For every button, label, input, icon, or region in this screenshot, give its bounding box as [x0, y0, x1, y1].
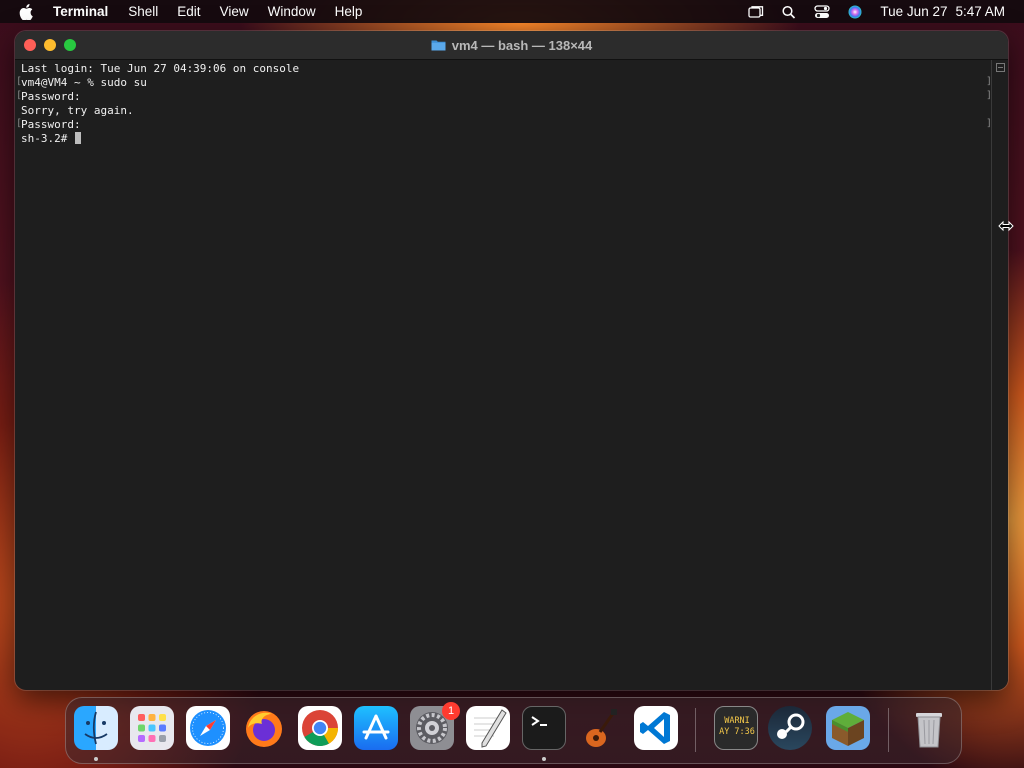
- trash-icon[interactable]: [907, 706, 951, 750]
- steam-icon[interactable]: [768, 706, 812, 750]
- finder-icon[interactable]: [74, 706, 118, 750]
- menu-app-name[interactable]: Terminal: [53, 4, 108, 19]
- text-cursor: [74, 132, 81, 144]
- running-indicator: [542, 757, 546, 761]
- running-indicator: [94, 757, 98, 761]
- menu-bar: Terminal Shell Edit View Window Help Tue…: [0, 0, 1024, 23]
- terminal-line: Last login: Tue Jun 27 04:39:06 on conso…: [21, 62, 300, 75]
- prompt-line: sh-3.2#: [21, 132, 992, 146]
- system-settings-icon[interactable]: 1: [410, 702, 460, 750]
- split-pane-icon[interactable]: [996, 63, 1005, 72]
- dock-separator: [888, 708, 889, 752]
- terminal-line: Sorry, try again.: [21, 104, 134, 117]
- terminal-line: vm4@VM4 ~ % sudo su: [21, 76, 147, 89]
- menu-view[interactable]: View: [220, 4, 249, 19]
- vscode-icon[interactable]: [634, 706, 678, 750]
- shell-prompt: sh-3.2#: [21, 132, 74, 145]
- garageband-icon[interactable]: [578, 706, 622, 750]
- menu-window[interactable]: Window: [268, 4, 316, 19]
- console-icon[interactable]: WARNI AY 7:36: [714, 706, 758, 750]
- window-title: vm4 — bash — 138×44: [451, 37, 593, 53]
- clock-time[interactable]: 5:47 AM: [955, 4, 1005, 19]
- terminal-output[interactable]: Last login: Tue Jun 27 04:39:06 on conso…: [15, 60, 992, 690]
- folder-icon: [431, 40, 446, 51]
- console-icon-text: WARNI AY 7:36: [719, 716, 755, 737]
- textedit-icon[interactable]: [466, 706, 510, 750]
- firefox-icon[interactable]: [242, 706, 286, 750]
- spotlight-search-icon[interactable]: [781, 5, 797, 19]
- terminal-line: Password:: [21, 90, 81, 103]
- clock-date[interactable]: Tue Jun 27: [880, 4, 947, 19]
- vertical-scrollbar[interactable]: [991, 60, 1008, 690]
- chrome-icon[interactable]: [298, 706, 342, 750]
- terminal-line: Password:: [21, 118, 81, 131]
- mark-bracket-left: [: [16, 118, 23, 129]
- dock: 1 WARNI AY 7:36: [65, 697, 962, 764]
- app-store-icon[interactable]: [354, 706, 398, 750]
- resize-cursor-icon: [998, 220, 1014, 232]
- terminal-icon[interactable]: [522, 706, 566, 750]
- window-title-area: vm4 — bash — 138×44: [15, 31, 1008, 59]
- menu-shell[interactable]: Shell: [128, 4, 158, 19]
- control-center-icon[interactable]: [814, 4, 831, 19]
- launchpad-icon[interactable]: [130, 706, 174, 750]
- menu-edit[interactable]: Edit: [177, 4, 200, 19]
- safari-icon[interactable]: [186, 706, 230, 750]
- dock-separator: [695, 708, 696, 752]
- mark-bracket-left: [: [16, 76, 23, 87]
- terminal-window: vm4 — bash — 138×44 Last login: Tue Jun …: [15, 31, 1008, 690]
- apple-icon[interactable]: [19, 3, 33, 20]
- title-bar[interactable]: vm4 — bash — 138×44: [15, 31, 1008, 60]
- siri-icon[interactable]: [847, 5, 863, 19]
- menu-help[interactable]: Help: [335, 4, 363, 19]
- notification-badge: 1: [442, 702, 460, 720]
- screen-mirroring-icon[interactable]: [748, 5, 764, 19]
- minecraft-icon[interactable]: [826, 706, 870, 750]
- mark-bracket-left: [: [16, 90, 23, 101]
